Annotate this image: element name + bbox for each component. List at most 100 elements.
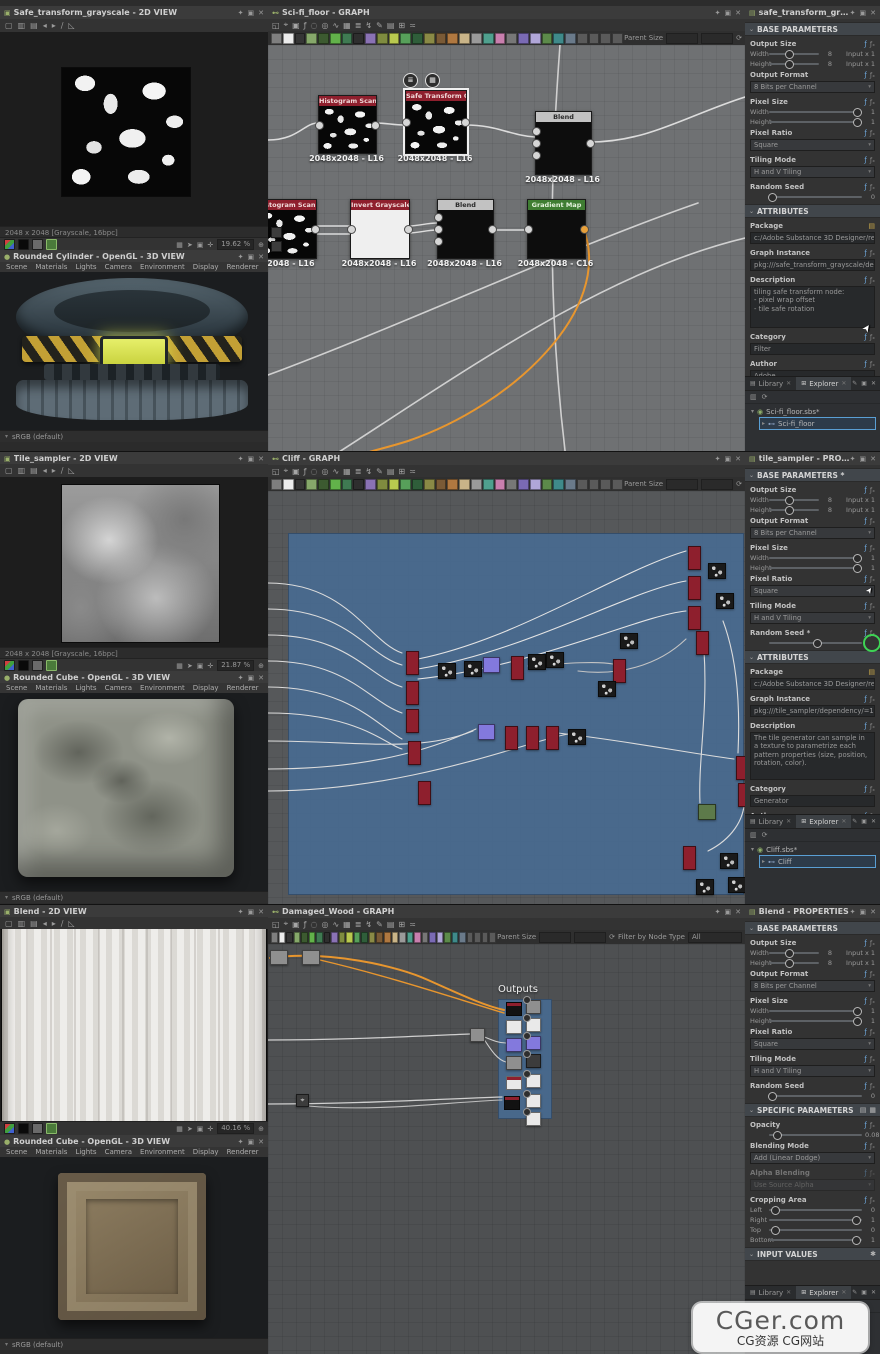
layout-icon[interactable]: ⊞ [398, 467, 405, 476]
palette-node-7[interactable] [324, 932, 331, 943]
colorspace-value[interactable]: sRGB (default) [12, 433, 63, 441]
graph-canvas[interactable]: Histogram Scan2048x2048 - L16Safe Transf… [268, 45, 745, 452]
wrench-icon[interactable]: ✦ [715, 9, 721, 17]
move-icon[interactable]: ⌖ [284, 466, 289, 476]
output-thumb-node[interactable] [506, 1056, 522, 1070]
output-port[interactable] [371, 121, 380, 130]
slider-track[interactable] [769, 53, 819, 55]
camera-icon[interactable]: ▣ [292, 467, 300, 476]
close-icon[interactable]: ✕ [871, 1289, 876, 1296]
mini-node-red[interactable] [418, 781, 431, 805]
slider-knob[interactable] [853, 564, 862, 573]
mini-node-red[interactable] [688, 546, 701, 570]
slider-knob[interactable] [771, 1226, 780, 1235]
slider-knob[interactable] [771, 1206, 780, 1215]
canvas-mini-button[interactable] [271, 227, 282, 238]
expand-arrow-icon[interactable]: ▾ [751, 408, 754, 415]
function-icon[interactable]: ƒ [304, 21, 307, 30]
curve-node[interactable] [270, 950, 288, 965]
section-header[interactable]: ⌄SPECIFIC PARAMETERS▤▦ [745, 1103, 880, 1117]
channel-green-swatch[interactable] [46, 660, 57, 671]
slider-track[interactable] [769, 1239, 862, 1241]
menu-lights[interactable]: Lights [75, 263, 96, 271]
output-thumb-node[interactable] [506, 1076, 522, 1090]
dropdown-select[interactable]: Add (Linear Dodge)▾ [750, 1152, 875, 1164]
function-link-icon[interactable]: ƒ [864, 1055, 866, 1063]
slider-knob[interactable] [853, 1017, 862, 1026]
pointer-icon[interactable]: ➤ [187, 662, 193, 670]
graph-node[interactable]: Blend [535, 111, 592, 175]
description-textarea[interactable]: The tile generator can sample in a textu… [750, 732, 875, 780]
connect-icon[interactable]: ↯ [365, 467, 372, 476]
mini-node-thumbnail[interactable] [696, 879, 714, 895]
function-icon[interactable]: ƒₓ [870, 575, 875, 583]
wire-style-icon[interactable]: ∿ [332, 467, 339, 476]
focus-icon[interactable]: ◎ [321, 21, 328, 30]
palette-node-17[interactable] [399, 932, 406, 943]
menu-camera[interactable]: Camera [105, 263, 132, 271]
float-icon[interactable]: ▣ [725, 9, 732, 17]
input-port-2[interactable] [532, 151, 541, 160]
slider-knob[interactable] [853, 1007, 862, 1016]
mini-node-red[interactable] [683, 846, 696, 870]
palette-node-11[interactable] [354, 932, 361, 943]
palette-node-6[interactable] [342, 33, 353, 44]
save-icon[interactable]: ▥ [750, 831, 757, 839]
palette-node-5[interactable] [330, 479, 341, 490]
function-link-icon[interactable]: ƒ [864, 939, 866, 947]
function-link-icon[interactable]: ƒ [864, 602, 866, 610]
close-icon[interactable]: ✕ [735, 455, 741, 463]
palette-node-6[interactable] [316, 932, 323, 943]
save-icon[interactable]: ▥ [18, 919, 26, 928]
filter-by-node-type-select[interactable]: All [688, 932, 742, 943]
slider-track[interactable] [769, 557, 862, 559]
graph-node[interactable]: Blend [437, 199, 494, 259]
wrench-icon[interactable]: ✦ [238, 674, 244, 682]
slider-track[interactable] [769, 567, 862, 569]
palette-node-8[interactable] [331, 932, 338, 943]
text-input[interactable]: c:/Adobe Substance 3D Designer/resources… [750, 678, 875, 690]
palette-node-2[interactable] [295, 479, 306, 490]
function-icon[interactable]: ƒₓ [870, 40, 875, 48]
mini-node-red[interactable] [406, 681, 419, 705]
palette-node-11[interactable] [400, 33, 411, 44]
tab-close-icon[interactable]: ✕ [841, 1289, 846, 1296]
ruler-icon[interactable]: ◺ [68, 21, 74, 30]
zoom-level-value[interactable]: 19.62 % [217, 239, 254, 250]
parent-size-width-select[interactable] [666, 33, 698, 44]
palette-node-10[interactable] [389, 479, 400, 490]
channel-gray-swatch[interactable] [32, 1123, 43, 1134]
function-icon[interactable]: ƒₓ [870, 249, 875, 257]
save-icon[interactable]: ▥ [750, 393, 757, 401]
float-icon[interactable]: ▣ [725, 908, 732, 916]
function-icon[interactable]: ƒₓ [870, 71, 875, 79]
function-icon[interactable]: ƒₓ [870, 722, 875, 730]
float-icon[interactable]: ▣ [860, 9, 867, 17]
colorspace-value[interactable]: sRGB (default) [12, 1341, 63, 1349]
output-thumb-node[interactable] [506, 1038, 522, 1052]
input-port[interactable] [347, 225, 356, 234]
save-icon[interactable]: ▥ [18, 466, 26, 475]
menu-renderer[interactable]: Renderer [227, 684, 259, 692]
view3d-viewport[interactable] [0, 272, 268, 430]
transform-node[interactable] [302, 950, 320, 965]
palette-node-29[interactable] [612, 33, 623, 44]
fit-view-icon[interactable]: ◱ [272, 21, 280, 30]
slider-track[interactable] [769, 952, 819, 954]
graph-canvas[interactable] [268, 491, 745, 905]
ruler-icon[interactable]: ◺ [68, 466, 74, 475]
palette-node-12[interactable] [361, 932, 368, 943]
function-link-icon[interactable]: ƒ [864, 183, 866, 191]
output-port[interactable] [461, 118, 470, 127]
slider-knob[interactable] [785, 496, 794, 505]
camera-icon[interactable]: ▣ [292, 920, 300, 929]
palette-node-20[interactable] [506, 33, 517, 44]
slider-knob[interactable] [813, 639, 822, 648]
palette-node-21[interactable] [429, 932, 436, 943]
view2d-canvas[interactable] [0, 929, 268, 1121]
zoom-level-value[interactable]: 40.16 % [217, 1123, 254, 1134]
close-icon[interactable]: ✕ [871, 380, 876, 387]
divide-icon[interactable]: ∕ [61, 466, 64, 475]
parent-size-height-select[interactable] [574, 932, 606, 943]
slider-knob[interactable] [853, 554, 862, 563]
